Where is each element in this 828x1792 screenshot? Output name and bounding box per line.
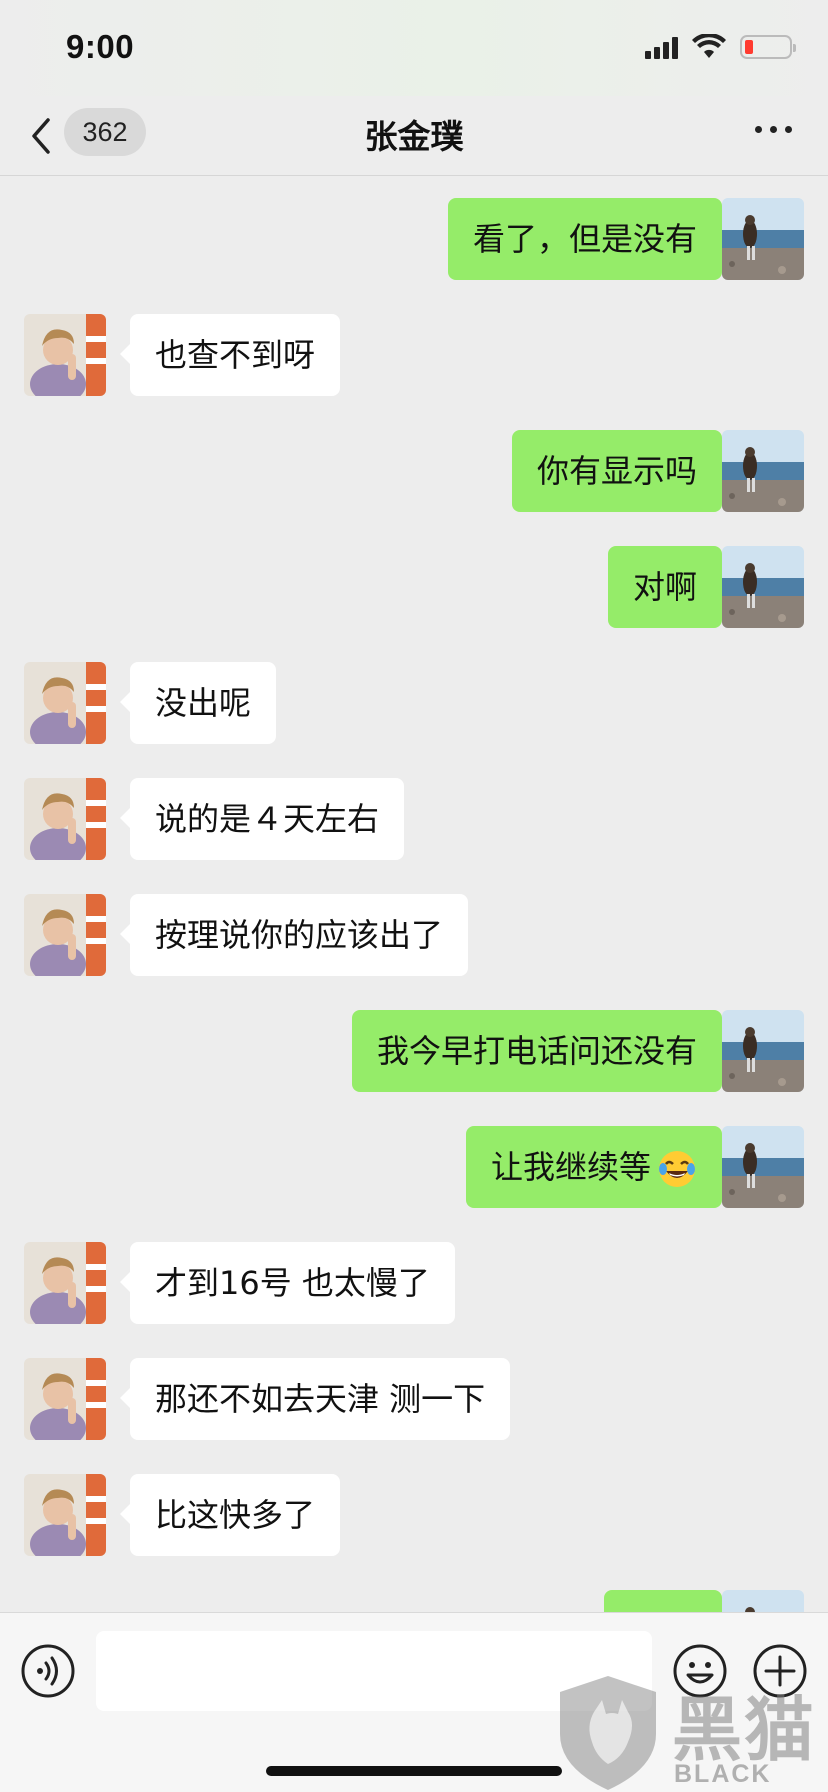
chat-header: 362 张金璞 bbox=[0, 96, 828, 176]
my-avatar[interactable] bbox=[722, 1590, 804, 1612]
message-bubble-sent[interactable]: 对啊 bbox=[607, 546, 733, 628]
message-text: 那还不如去天津 测一下 bbox=[155, 1380, 486, 1418]
my-avatar[interactable] bbox=[722, 546, 804, 628]
message-item-received: 没出呢 bbox=[0, 662, 828, 744]
message-item-received: 那还不如去天津 测一下 bbox=[0, 1358, 828, 1440]
contact-avatar[interactable] bbox=[24, 662, 106, 744]
message-item-received: 按理说你的应该出了 bbox=[0, 894, 828, 976]
my-avatar[interactable] bbox=[722, 1126, 804, 1208]
face-with-tears-of-joy-icon bbox=[659, 1151, 695, 1187]
message-text: 对啊 bbox=[632, 568, 697, 606]
contact-avatar[interactable] bbox=[24, 1242, 106, 1324]
message-text: 才到16号 也太慢了 bbox=[155, 1264, 430, 1302]
watermark-text-en: BLACK CAT bbox=[674, 1760, 772, 1792]
message-bubble-sent[interactable]: 看了，但是没有 bbox=[447, 198, 733, 280]
message-bubble-sent[interactable]: 你有显示吗 bbox=[511, 430, 733, 512]
cellular-signal-icon bbox=[645, 35, 678, 59]
my-avatar[interactable] bbox=[722, 1010, 804, 1092]
message-item-sent bbox=[0, 1590, 828, 1612]
message-text: 你有显示吗 bbox=[536, 452, 697, 490]
message-text: 让我继续等 bbox=[490, 1148, 651, 1186]
black-cat-logo-icon bbox=[560, 1676, 656, 1790]
message-bubble-received[interactable]: 按理说你的应该出了 bbox=[119, 894, 469, 976]
status-time: 9:00 bbox=[66, 28, 135, 65]
status-icons bbox=[645, 34, 796, 60]
chat-title: 张金璞 bbox=[364, 117, 464, 156]
status-bar: 9:00 bbox=[0, 0, 828, 96]
contact-avatar[interactable] bbox=[24, 1474, 106, 1556]
message-text: 看了，但是没有 bbox=[472, 220, 697, 258]
message-bubble-sent[interactable]: 我今早打电话问还没有 bbox=[351, 1010, 733, 1092]
message-bubble-received[interactable]: 说的是４天左右 bbox=[119, 778, 405, 860]
message-item-received: 比这快多了 bbox=[0, 1474, 828, 1556]
contact-avatar[interactable] bbox=[24, 1358, 106, 1440]
message-bubble-sent[interactable]: 让我继续等 bbox=[465, 1126, 733, 1208]
voice-input-icon[interactable] bbox=[20, 1643, 76, 1699]
message-bubble-received[interactable]: 比这快多了 bbox=[119, 1474, 341, 1556]
message-list[interactable]: 看了，但是没有 也查不到呀 你有显示吗 对啊 没出呢 说的是４天左右 按理说你的… bbox=[0, 176, 828, 1612]
message-item-sent: 对啊 bbox=[0, 546, 828, 628]
message-text: 也查不到呀 bbox=[155, 336, 316, 374]
message-text: 比这快多了 bbox=[155, 1496, 316, 1534]
message-item-sent: 让我继续等 bbox=[0, 1126, 828, 1208]
message-bubble-received[interactable]: 才到16号 也太慢了 bbox=[120, 1242, 455, 1324]
contact-avatar[interactable] bbox=[24, 314, 106, 396]
message-bubble-received[interactable]: 没出呢 bbox=[119, 662, 277, 744]
battery-icon bbox=[740, 35, 796, 59]
my-avatar[interactable] bbox=[722, 198, 804, 280]
message-bubble-sent[interactable] bbox=[604, 1590, 722, 1612]
message-text: 说的是４天左右 bbox=[155, 800, 380, 838]
message-item-sent: 看了，但是没有 bbox=[0, 198, 828, 280]
more-options-icon[interactable] bbox=[755, 126, 792, 133]
message-text: 我今早打电话问还没有 bbox=[376, 1032, 697, 1070]
message-item-sent: 你有显示吗 bbox=[0, 430, 828, 512]
message-item-received: 才到16号 也太慢了 bbox=[0, 1242, 828, 1324]
message-item-received: 说的是４天左右 bbox=[0, 778, 828, 860]
message-item-sent: 我今早打电话问还没有 bbox=[0, 1010, 828, 1092]
message-bubble-received[interactable]: 也查不到呀 bbox=[119, 314, 341, 396]
contact-avatar[interactable] bbox=[24, 778, 106, 860]
contact-avatar[interactable] bbox=[24, 894, 106, 976]
home-indicator[interactable] bbox=[266, 1766, 562, 1776]
my-avatar[interactable] bbox=[722, 430, 804, 512]
message-item-received: 也查不到呀 bbox=[0, 314, 828, 396]
black-cat-watermark: 黑猫 BLACK CAT bbox=[556, 1672, 828, 1792]
message-text: 按理说你的应该出了 bbox=[155, 916, 444, 954]
message-bubble-received[interactable]: 那还不如去天津 测一下 bbox=[119, 1358, 511, 1440]
message-text: 没出呢 bbox=[155, 684, 252, 722]
wifi-icon bbox=[692, 34, 726, 58]
